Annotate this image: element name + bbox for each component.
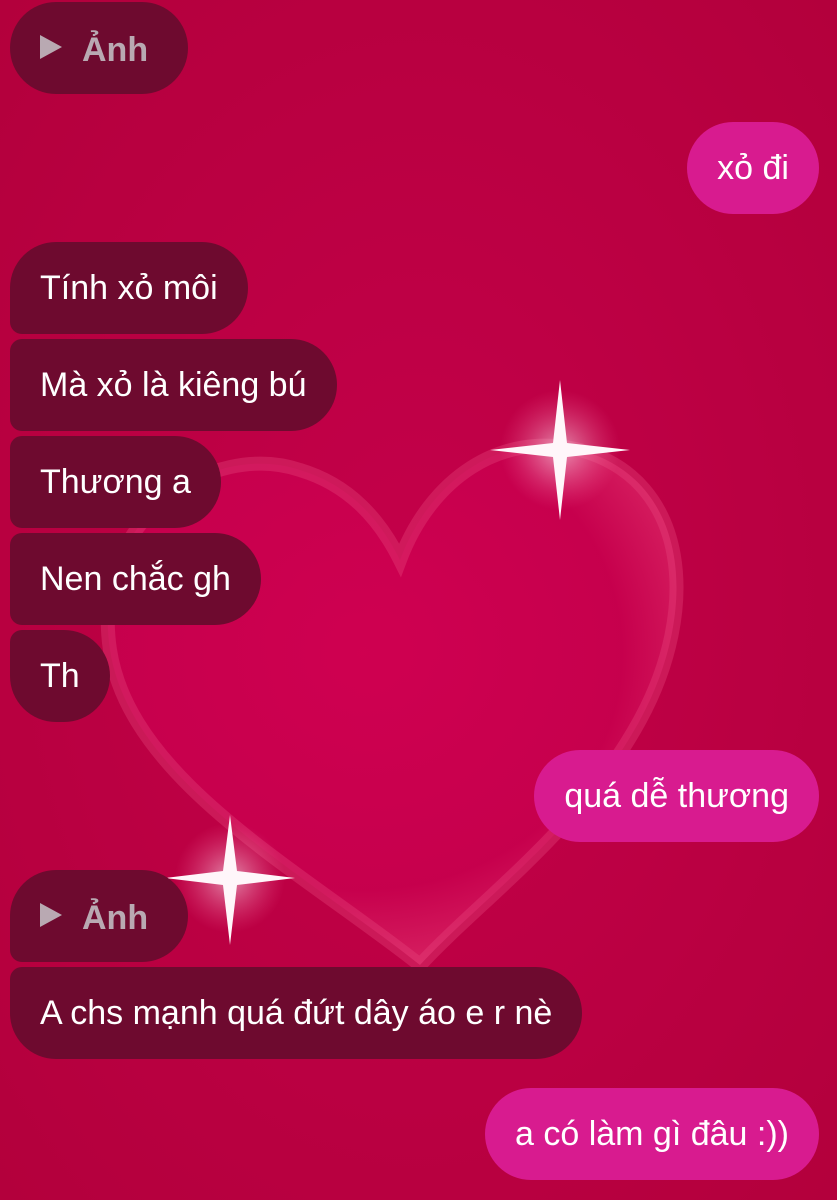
received-message-bubble[interactable]: Thương a	[10, 436, 221, 528]
received-message-bubble[interactable]: Nen chắc gh	[10, 533, 261, 625]
media-attachment-bubble[interactable]: Ảnh	[10, 870, 188, 962]
received-message-bubble[interactable]: Mà xỏ là kiêng bú	[10, 339, 337, 431]
received-message-bubble[interactable]: Tính xỏ môi	[10, 242, 248, 334]
received-message-bubble[interactable]: A chs mạnh quá đứt dây áo e r nè	[10, 967, 583, 1059]
sent-message-bubble[interactable]: xỏ đi	[687, 122, 819, 214]
attachment-label: Ảnh	[82, 899, 149, 938]
media-attachment-bubble[interactable]: Ảnh	[10, 2, 188, 94]
message-thread[interactable]: Ảnh xỏ đi Tính xỏ môi Mà xỏ là kiêng bú …	[0, 0, 837, 1200]
play-icon	[40, 35, 62, 60]
play-icon	[40, 903, 62, 928]
attachment-label: Ảnh	[82, 31, 149, 70]
received-message-bubble[interactable]: Th	[10, 630, 110, 722]
sent-message-bubble[interactable]: a có làm gì đâu :))	[484, 1088, 819, 1180]
sent-message-bubble[interactable]: quá dễ thương	[534, 750, 819, 842]
